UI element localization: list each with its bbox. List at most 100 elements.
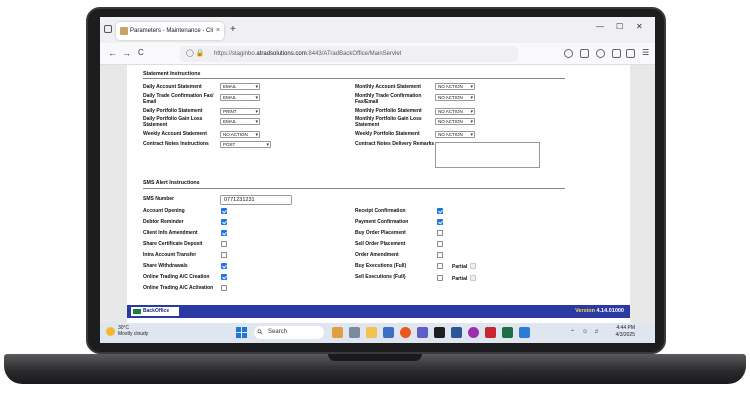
laptop-screen: Parameters - Maintenance - Cli × + — ☐ ✕… (100, 17, 655, 343)
terminal-icon[interactable] (434, 327, 445, 338)
site-info-icon[interactable]: ◯ 🔒 (186, 46, 205, 62)
extensions-icon[interactable] (612, 49, 621, 58)
sms-right-label: Payment Confirmation (355, 219, 409, 225)
tray-chevron-icon[interactable]: ⌃ (570, 329, 575, 336)
forward-icon[interactable]: → (122, 47, 131, 59)
account-icon[interactable] (596, 49, 605, 58)
weekly-account-statement-select[interactable]: NO ACTION (220, 131, 260, 138)
browser-tab[interactable]: Parameters - Maintenance - Cli × (116, 22, 224, 40)
app-icon[interactable] (468, 327, 479, 338)
minimize-icon[interactable]: — (596, 22, 604, 31)
firefox-icon[interactable] (400, 327, 411, 338)
monthly-account-statement-select[interactable]: NO ACTION (435, 83, 475, 90)
weekly-portfolio-statement-label: Weekly Portfolio Statement (355, 131, 420, 137)
intra-account-transfer-checkbox[interactable] (221, 252, 227, 258)
parameters-form: Statement Instructions Daily Account Sta… (127, 65, 630, 305)
url-path: :8443/ATradBackOffice/MainServlet (306, 51, 402, 57)
tab-close-icon[interactable]: × (216, 22, 220, 40)
menu-icon[interactable]: ☰ (642, 47, 649, 59)
monthly-portfolio-gain-loss-select[interactable]: NO ACTION (435, 118, 475, 125)
sell-executions-partial-checkbox[interactable] (470, 275, 476, 281)
order-amendment-checkbox[interactable] (437, 252, 443, 258)
receipt-confirmation-checkbox[interactable] (437, 208, 443, 214)
start-icon[interactable] (236, 327, 247, 338)
clock-date: 4/3/2025 (615, 332, 635, 338)
teams-icon[interactable] (417, 327, 428, 338)
monthly-portfolio-gain-loss-label: Monthly Portfolio Gain Loss Statement (355, 116, 422, 128)
account-opening-checkbox[interactable] (221, 208, 227, 214)
app-icon[interactable] (519, 327, 530, 338)
back-icon[interactable]: ← (108, 47, 117, 59)
sms-left-label: Account Opening (143, 208, 185, 214)
volume-icon[interactable]: ♬ (594, 329, 600, 335)
sms-number-input[interactable]: 0771231231 (220, 195, 292, 205)
window-close-icon[interactable]: ✕ (636, 22, 643, 31)
monthly-account-statement-label: Monthly Account Statement (355, 84, 421, 90)
downloads-icon[interactable] (580, 49, 589, 58)
excel-icon[interactable] (502, 327, 513, 338)
sms-left-label: Share Certificate Deposit (143, 241, 203, 247)
daily-account-statement-select[interactable]: EMAIL (220, 83, 260, 90)
share-icon[interactable] (626, 49, 635, 58)
buy-executions-full-checkbox[interactable] (437, 263, 443, 269)
taskbar-clock[interactable]: 4:44 PM 4/3/2025 (616, 325, 635, 339)
new-tab-icon[interactable]: + (230, 22, 236, 38)
share-certificate-deposit-checkbox[interactable] (221, 241, 227, 247)
address-bar[interactable]: ◯ 🔒 https://staginbo.atradsolutions.com:… (180, 46, 518, 62)
app-icon[interactable] (451, 327, 462, 338)
pocket-icon[interactable] (564, 49, 573, 58)
monthly-trade-confirmation-label: Monthly Trade Confirmation Fax/Email (355, 93, 422, 105)
acrobat-icon[interactable] (485, 327, 496, 338)
task-view-icon[interactable] (332, 327, 343, 338)
online-trading-activation-checkbox[interactable] (221, 285, 227, 291)
sms-right-label: Order Amendment (355, 252, 399, 258)
sell-executions-full-checkbox[interactable] (437, 275, 443, 281)
sms-right-label: Buy Executions (Full) (355, 263, 407, 269)
monthly-portfolio-statement-label: Monthly Portfolio Statement (355, 108, 422, 114)
url-domain: atradsolutions.com (256, 51, 307, 57)
store-icon[interactable] (383, 327, 394, 338)
version-info: Version 4.14.01000 (575, 305, 624, 318)
daily-portfolio-gain-loss-select[interactable]: EMAIL (220, 118, 260, 125)
daily-portfolio-statement-select[interactable]: PRINT (220, 108, 260, 115)
sell-partial-label: Partial (452, 276, 468, 282)
weekly-account-statement-label: Weekly Account Statement (143, 131, 207, 137)
weather-desc: Mostly cloudy (118, 331, 149, 337)
client-info-amendment-checkbox[interactable] (221, 230, 227, 236)
sms-number-label: SMS Number (143, 196, 175, 202)
sms-left-label: Online Trading A/C Creation (143, 274, 210, 280)
payment-confirmation-checkbox[interactable] (437, 219, 443, 225)
contract-notes-instructions-select[interactable]: POST (220, 141, 271, 148)
web-page: Statement Instructions Daily Account Sta… (100, 65, 655, 323)
reload-icon[interactable]: C (138, 47, 144, 59)
daily-trade-confirmation-label: Daily Trade Confirmation Fax/ Email (143, 93, 214, 105)
debtor-reminder-checkbox[interactable] (221, 219, 227, 225)
contract-notes-delivery-remarks-textarea[interactable] (435, 142, 540, 168)
maximize-icon[interactable]: ☐ (616, 22, 623, 31)
buy-executions-partial-checkbox[interactable] (470, 263, 476, 269)
online-trading-creation-checkbox[interactable] (221, 274, 227, 280)
page-gutter-left (100, 65, 127, 323)
statement-divider (143, 78, 565, 79)
weekly-portfolio-statement-select[interactable]: NO ACTION (435, 131, 475, 138)
share-withdrawals-checkbox[interactable] (221, 263, 227, 269)
sell-order-placement-checkbox[interactable] (437, 241, 443, 247)
sms-right-label: Sell Executions (Full) (355, 274, 406, 280)
monthly-portfolio-statement-select[interactable]: NO ACTION (435, 108, 475, 115)
widgets-icon[interactable] (349, 327, 360, 338)
taskbar-search[interactable]: Search (254, 326, 324, 339)
tab-favicon-icon (120, 27, 128, 35)
daily-portfolio-statement-label: Daily Portfolio Statement (143, 108, 203, 114)
browser-tab-bar: Parameters - Maintenance - Cli × + — ☐ ✕ (100, 17, 655, 43)
sms-left-label: Online Trading A/C Activation (143, 285, 214, 291)
monthly-trade-confirmation-select[interactable]: NO ACTION (435, 94, 475, 101)
sms-right-label: Receipt Confirmation (355, 208, 406, 214)
wifi-icon[interactable]: ☺ (582, 329, 588, 335)
tab-overview-icon[interactable] (104, 25, 112, 33)
file-explorer-icon[interactable] (366, 327, 377, 338)
browser-nav-bar: ← → C ◯ 🔒 https://staginbo.atradsolution… (100, 43, 655, 65)
buy-order-placement-checkbox[interactable] (437, 230, 443, 236)
daily-account-statement-label: Daily Account Statement (143, 84, 202, 90)
daily-trade-confirmation-select[interactable]: EMAIL (220, 94, 260, 101)
sms-divider (143, 188, 565, 189)
